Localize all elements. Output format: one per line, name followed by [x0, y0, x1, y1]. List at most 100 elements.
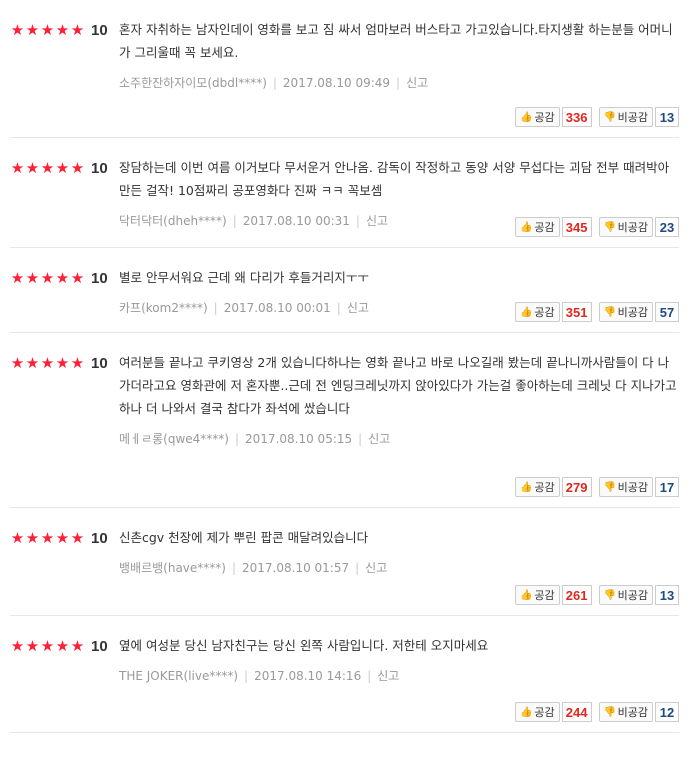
review-meta: THE JOKER(live****) | 2017.08.10 14:16 | 신고	[119, 667, 679, 684]
thumbs-up-icon: 👍	[520, 589, 533, 601]
divider: |	[358, 432, 363, 446]
divider: |	[367, 669, 372, 683]
like-count: 244	[561, 702, 592, 722]
review-date: 2017.08.10 14:16	[254, 669, 362, 683]
thumbs-up-icon: 👍	[520, 706, 533, 718]
star-icon: ★	[55, 21, 70, 39]
dislike-count: 13	[655, 585, 679, 605]
like-count: 279	[561, 477, 592, 497]
review-date: 2017.08.10 09:49	[282, 76, 391, 90]
like-count: 345	[561, 217, 592, 237]
divider: |	[272, 76, 277, 90]
star-icon: ★	[10, 529, 25, 547]
dislike-button[interactable]: 👎 비공감	[598, 477, 653, 497]
like-button[interactable]: 👍 공감	[515, 217, 560, 237]
star-icon: ★	[70, 21, 85, 39]
review-item: ★ ★ ★ ★ ★ 10 혼자 자취하는 남자인데이 영화를 보고 짐 싸서 엄마보러 …	[10, 0, 679, 138]
dislike-button[interactable]: 👎 비공감	[598, 302, 653, 322]
star-icon: ★	[40, 21, 55, 39]
like-button[interactable]: 👍 공감	[515, 302, 560, 322]
star-icon: ★	[10, 21, 25, 39]
review-author[interactable]: 카프(kom2****)	[119, 301, 208, 315]
star-icon: ★	[70, 529, 85, 547]
star-rating: ★ ★ ★ ★ ★ 10	[10, 160, 108, 177]
divider: |	[355, 561, 360, 575]
review-score: 10	[91, 22, 108, 39]
review-actions: 👍 공감 345 👎 비공감 23	[515, 217, 679, 237]
report-link[interactable]: 신고	[377, 669, 399, 683]
review-actions: 👍 공감 244 👎 비공감 12	[515, 702, 679, 722]
thumbs-down-icon: 👎	[603, 589, 617, 601]
review-meta: 소주한잔하자이모(dbdl****) | 2017.08.10 09:49 | 신고	[119, 74, 679, 91]
star-icon: ★	[25, 354, 40, 372]
report-link[interactable]: 신고	[347, 301, 369, 315]
review-meta: 메ㅔㄹ롱(qwe4****) | 2017.08.10 05:15 | 신고	[119, 430, 679, 447]
star-icon: ★	[25, 269, 40, 287]
star-rating: ★ ★ ★ ★ ★ 10	[10, 530, 108, 547]
report-link[interactable]: 신고	[365, 561, 387, 575]
star-icon: ★	[40, 529, 55, 547]
review-date: 2017.08.10 00:31	[242, 214, 350, 228]
like-button[interactable]: 👍 공감	[515, 585, 560, 605]
review-author[interactable]: THE JOKER(live****)	[119, 669, 238, 683]
review-author[interactable]: 닥터닥터(dheh****)	[119, 214, 227, 228]
review-score: 10	[91, 270, 108, 287]
divider: |	[213, 301, 218, 315]
star-icon: ★	[10, 637, 25, 655]
star-icon: ★	[40, 637, 55, 655]
report-link[interactable]: 신고	[366, 214, 388, 228]
star-icon: ★	[55, 529, 70, 547]
thumbs-down-icon: 👎	[603, 306, 617, 318]
thumbs-up-icon: 👍	[520, 111, 533, 123]
star-icon: ★	[70, 159, 85, 177]
review-author[interactable]: 메ㅔㄹ롱(qwe4****)	[119, 432, 229, 446]
like-label: 공감	[534, 706, 555, 719]
like-label: 공감	[534, 111, 555, 124]
review-actions: 👍 공감 336 👎 비공감 13	[515, 107, 679, 127]
star-icon: ★	[25, 637, 40, 655]
divider: |	[336, 301, 341, 315]
dislike-label: 비공감	[617, 481, 648, 494]
review-actions: 👍 공감 261 👎 비공감 13	[515, 585, 679, 605]
thumbs-down-icon: 👎	[603, 481, 617, 493]
like-button[interactable]: 👍 공감	[515, 107, 560, 127]
thumbs-down-icon: 👎	[603, 706, 617, 718]
star-icon: ★	[55, 269, 70, 287]
review-text: 신촌cgv 천장에 제가 뿌린 팝콘 매달려있습니다	[119, 530, 369, 545]
review-date: 2017.08.10 05:15	[245, 432, 353, 446]
star-icon: ★	[10, 159, 25, 177]
star-icon: ★	[40, 269, 55, 287]
like-count: 351	[561, 302, 592, 322]
like-button[interactable]: 👍 공감	[515, 702, 560, 722]
review-author[interactable]: 뱅배르뱅(have****)	[119, 561, 226, 575]
review-score: 10	[91, 355, 108, 372]
thumbs-up-icon: 👍	[520, 481, 533, 493]
divider: |	[396, 76, 401, 90]
review-text: 별로 안무서워요 근데 왜 다리가 후들거리지ㅜㅜ	[119, 270, 369, 285]
dislike-button[interactable]: 👎 비공감	[598, 107, 653, 127]
review-list: ★ ★ ★ ★ ★ 10 혼자 자취하는 남자인데이 영화를 보고 짐 싸서 엄마보러 …	[0, 0, 691, 733]
thumbs-down-icon: 👎	[603, 221, 617, 233]
thumbs-up-icon: 👍	[520, 221, 533, 233]
report-link[interactable]: 신고	[406, 76, 428, 90]
review-meta: 뱅배르뱅(have****) | 2017.08.10 01:57 | 신고	[119, 559, 679, 576]
dislike-count: 57	[655, 302, 679, 322]
review-item: ★ ★ ★ ★ ★ 10 옆에 여성분 당신 남자친구는 당신 왼쪽 사람입니다. 저한…	[10, 616, 679, 733]
review-score: 10	[91, 160, 108, 177]
review-item: ★ ★ ★ ★ ★ 10 신촌cgv 천장에 제가 뿌린 팝콘 매달려있습니다 뱅배르뱅…	[10, 508, 679, 616]
star-icon: ★	[40, 354, 55, 372]
report-link[interactable]: 신고	[368, 432, 390, 446]
like-button[interactable]: 👍 공감	[515, 477, 560, 497]
like-count: 261	[561, 585, 592, 605]
star-icon: ★	[55, 637, 70, 655]
divider: |	[234, 432, 240, 446]
dislike-button[interactable]: 👎 비공감	[598, 585, 653, 605]
dislike-button[interactable]: 👎 비공감	[598, 217, 653, 237]
star-icon: ★	[25, 21, 40, 39]
star-icon: ★	[10, 354, 25, 372]
review-actions: 👍 공감 351 👎 비공감 57	[515, 302, 679, 322]
dislike-label: 비공감	[617, 221, 648, 234]
review-author[interactable]: 소주한잔하자이모(dbdl****)	[119, 76, 267, 90]
review-score: 10	[91, 530, 108, 547]
dislike-button[interactable]: 👎 비공감	[598, 702, 653, 722]
